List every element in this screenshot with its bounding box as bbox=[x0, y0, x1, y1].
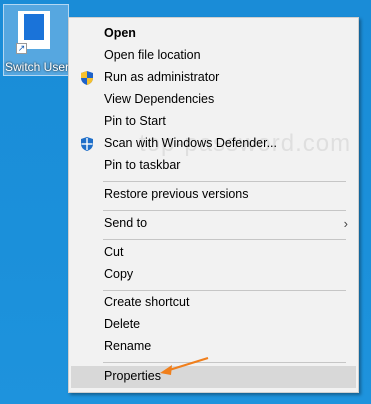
shortcut-arrow-icon: ↗ bbox=[16, 43, 27, 54]
context-menu: top-password.com Open Open file location… bbox=[68, 17, 359, 393]
menu-item-label: Send to bbox=[104, 216, 148, 230]
menu-item-label: Rename bbox=[104, 339, 152, 353]
desktop-shortcut-switch-user[interactable]: ↗ Switch User bbox=[3, 4, 69, 76]
menu-item-pin-to-taskbar[interactable]: Pin to taskbar bbox=[71, 155, 356, 177]
menu-item-delete[interactable]: Delete bbox=[71, 314, 356, 336]
menu-separator bbox=[103, 239, 346, 240]
menu-item-cut[interactable]: Cut bbox=[71, 242, 356, 264]
menu-separator bbox=[103, 181, 346, 182]
menu-item-copy[interactable]: Copy bbox=[71, 264, 356, 286]
menu-item-label: Create shortcut bbox=[104, 295, 190, 309]
menu-item-open[interactable]: Open bbox=[71, 23, 356, 45]
menu-item-label: Copy bbox=[104, 267, 134, 281]
menu-item-label: View Dependencies bbox=[104, 92, 215, 106]
annotation-arrow-icon bbox=[160, 356, 209, 375]
menu-item-create-shortcut[interactable]: Create shortcut bbox=[71, 292, 356, 314]
menu-item-label: Open file location bbox=[104, 48, 201, 62]
windows-defender-icon bbox=[81, 137, 93, 151]
menu-item-run-as-administrator[interactable]: Run as administrator bbox=[71, 67, 356, 89]
menu-item-label: Open bbox=[104, 26, 136, 40]
menu-item-label: Delete bbox=[104, 317, 141, 331]
menu-item-pin-to-start[interactable]: Pin to Start bbox=[71, 111, 356, 133]
menu-item-label: Cut bbox=[104, 245, 124, 259]
menu-item-view-dependencies[interactable]: View Dependencies bbox=[71, 89, 356, 111]
menu-item-label: Scan with Windows Defender... bbox=[104, 136, 277, 150]
menu-separator bbox=[103, 290, 346, 291]
menu-item-label: Pin to Start bbox=[104, 114, 166, 128]
menu-item-label: Restore previous versions bbox=[104, 187, 249, 201]
menu-item-open-file-location[interactable]: Open file location bbox=[71, 45, 356, 67]
menu-separator bbox=[103, 362, 346, 363]
menu-item-restore-previous-versions[interactable]: Restore previous versions bbox=[71, 184, 356, 206]
menu-item-send-to[interactable]: Send to › bbox=[71, 213, 356, 235]
menu-item-label: Pin to taskbar bbox=[104, 158, 181, 172]
menu-separator bbox=[103, 210, 346, 211]
menu-item-label: Run as administrator bbox=[104, 70, 220, 84]
menu-item-scan-with-windows-defender[interactable]: Scan with Windows Defender... bbox=[71, 133, 356, 155]
desktop-icon-label: Switch User bbox=[4, 60, 69, 74]
chevron-right-icon: › bbox=[343, 216, 348, 231]
uac-shield-icon bbox=[81, 71, 93, 85]
